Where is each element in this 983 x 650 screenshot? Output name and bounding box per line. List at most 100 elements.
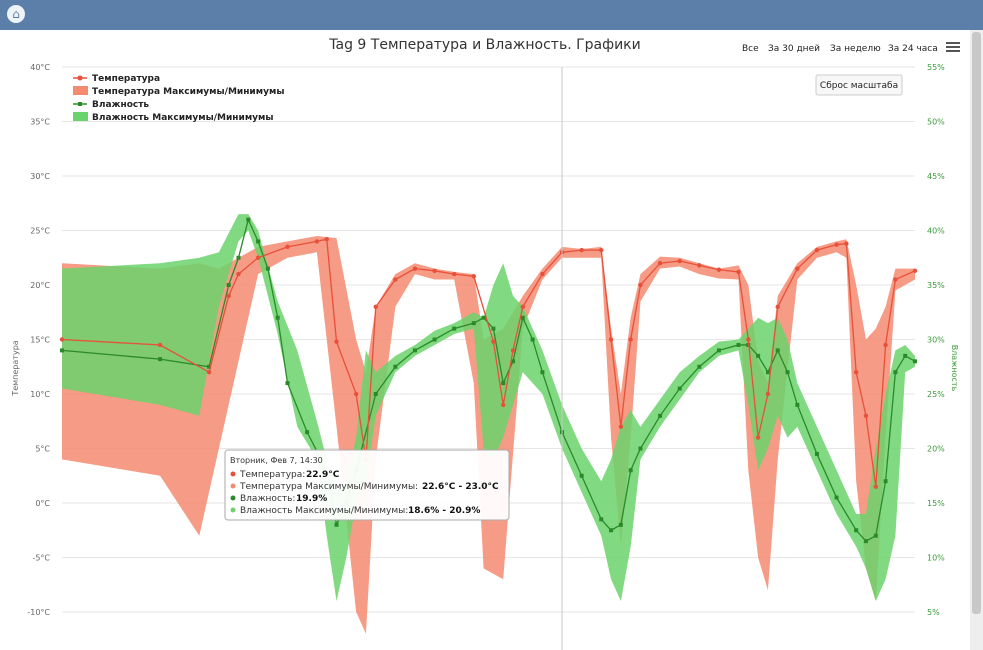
humidity-point[interactable] [697,364,702,369]
temperature-point[interactable] [314,239,320,244]
temperature-point[interactable] [844,241,849,246]
legend-item-temperature[interactable]: Температура [73,74,160,84]
temperature-point[interactable] [853,370,859,375]
temperature-point[interactable] [873,484,878,489]
humidity-point[interactable] [658,413,663,418]
humidity-point[interactable] [903,353,908,358]
humidity-point[interactable] [540,370,545,375]
humidity-point[interactable] [609,528,614,533]
temperature-point[interactable] [883,342,888,348]
temperature-point[interactable] [510,348,516,353]
humidity-point[interactable] [246,217,251,222]
humidity-point[interactable] [736,342,741,347]
temperature-point[interactable] [471,274,476,279]
humidity-point[interactable] [628,468,633,473]
temperature-point[interactable] [412,266,418,271]
humidity-point[interactable] [452,326,457,331]
temperature-point[interactable] [657,261,663,266]
legend-item-temperature-range[interactable]: Температура Максимумы/Минимумы [73,86,284,97]
temperature-point[interactable] [255,255,261,260]
humidity-point[interactable] [275,315,280,320]
temperature-point[interactable] [697,263,702,268]
temperature-point[interactable] [599,247,604,253]
temperature-point[interactable] [912,268,918,274]
humidity-point[interactable] [334,522,339,527]
range-week-button[interactable]: За неделю [830,44,881,54]
temperature-point[interactable] [157,342,163,348]
temperature-point[interactable] [755,435,761,440]
temperature-point[interactable] [353,391,359,397]
reset-zoom-button[interactable]: Сброс масштаба [815,74,903,96]
temperature-point[interactable] [863,413,869,418]
temperature-point[interactable] [226,293,231,299]
humidity-point[interactable] [256,239,261,244]
temperature-point[interactable] [501,402,506,408]
humidity-point[interactable] [412,348,417,353]
temperature-point[interactable] [59,337,65,342]
humidity-point[interactable] [854,528,859,533]
temperature-point[interactable] [608,337,614,342]
humidity-point[interactable] [913,359,917,364]
humidity-point[interactable] [756,353,761,358]
temperature-point[interactable] [285,244,290,250]
humidity-point[interactable] [579,473,584,478]
temperature-point[interactable] [236,271,241,277]
chart-canvas[interactable]: 40°C 35°C 30°C 25°C 20°C 15°C 10°C 5°C 0°C -5°C -1… [0,30,970,650]
humidity-point[interactable] [775,348,780,353]
temperature-point[interactable] [206,370,212,375]
humidity-point[interactable] [716,348,721,353]
temperature-point[interactable] [736,269,741,275]
temperature-point[interactable] [491,339,496,344]
temperature-point[interactable] [746,337,751,342]
temperature-point[interactable] [814,247,820,253]
humidity-point[interactable] [285,381,290,386]
humidity-point[interactable] [520,315,525,320]
temperature-point[interactable] [618,424,624,429]
humidity-point[interactable] [873,533,878,538]
humidity-point[interactable] [863,539,868,544]
home-icon[interactable]: ⌂ [7,5,25,23]
humidity-point[interactable] [795,402,800,407]
temperature-point[interactable] [765,391,771,397]
humidity-point[interactable] [599,517,604,522]
humidity-point[interactable] [305,430,310,435]
legend-item-humidity-range[interactable]: Влажность Максимумы/Минимумы [73,112,274,123]
temperature-point[interactable] [638,282,643,288]
legend-item-humidity[interactable]: Влажность [73,100,149,110]
humidity-point[interactable] [226,283,231,287]
humidity-point[interactable] [883,479,888,484]
humidity-point[interactable] [785,370,790,375]
temperature-point[interactable] [716,267,722,272]
humidity-point[interactable] [618,522,623,527]
humidity-point[interactable] [677,386,682,391]
temperature-point[interactable] [775,304,780,309]
temperature-point[interactable] [893,277,898,282]
hamburger-menu-icon[interactable] [946,42,960,52]
humidity-point[interactable] [236,255,241,260]
scrollbar-thumb[interactable] [972,32,981,614]
range-30-days-button[interactable]: За 30 дней [768,44,820,54]
temperature-point[interactable] [373,304,378,309]
temperature-point[interactable] [393,277,398,282]
temperature-point[interactable] [520,304,526,309]
humidity-point[interactable] [481,315,486,320]
humidity-point[interactable] [373,392,378,396]
humidity-point[interactable] [471,321,476,326]
humidity-point[interactable] [501,381,506,386]
temperature-point[interactable] [334,339,339,344]
temperature-point[interactable] [795,266,800,271]
humidity-point[interactable] [638,446,643,451]
humidity-point[interactable] [393,364,398,369]
temperature-point[interactable] [540,271,545,277]
humidity-point[interactable] [893,370,898,375]
temperature-point[interactable] [834,242,839,247]
humidity-point[interactable] [158,357,163,362]
humidity-point[interactable] [265,266,270,271]
humidity-point[interactable] [814,451,819,456]
temperature-point[interactable] [579,247,584,253]
temperature-point[interactable] [677,258,682,264]
range-24h-button[interactable]: За 24 часа [888,44,938,54]
temperature-point[interactable] [451,271,457,277]
humidity-point[interactable] [530,337,535,342]
humidity-point[interactable] [834,495,839,500]
